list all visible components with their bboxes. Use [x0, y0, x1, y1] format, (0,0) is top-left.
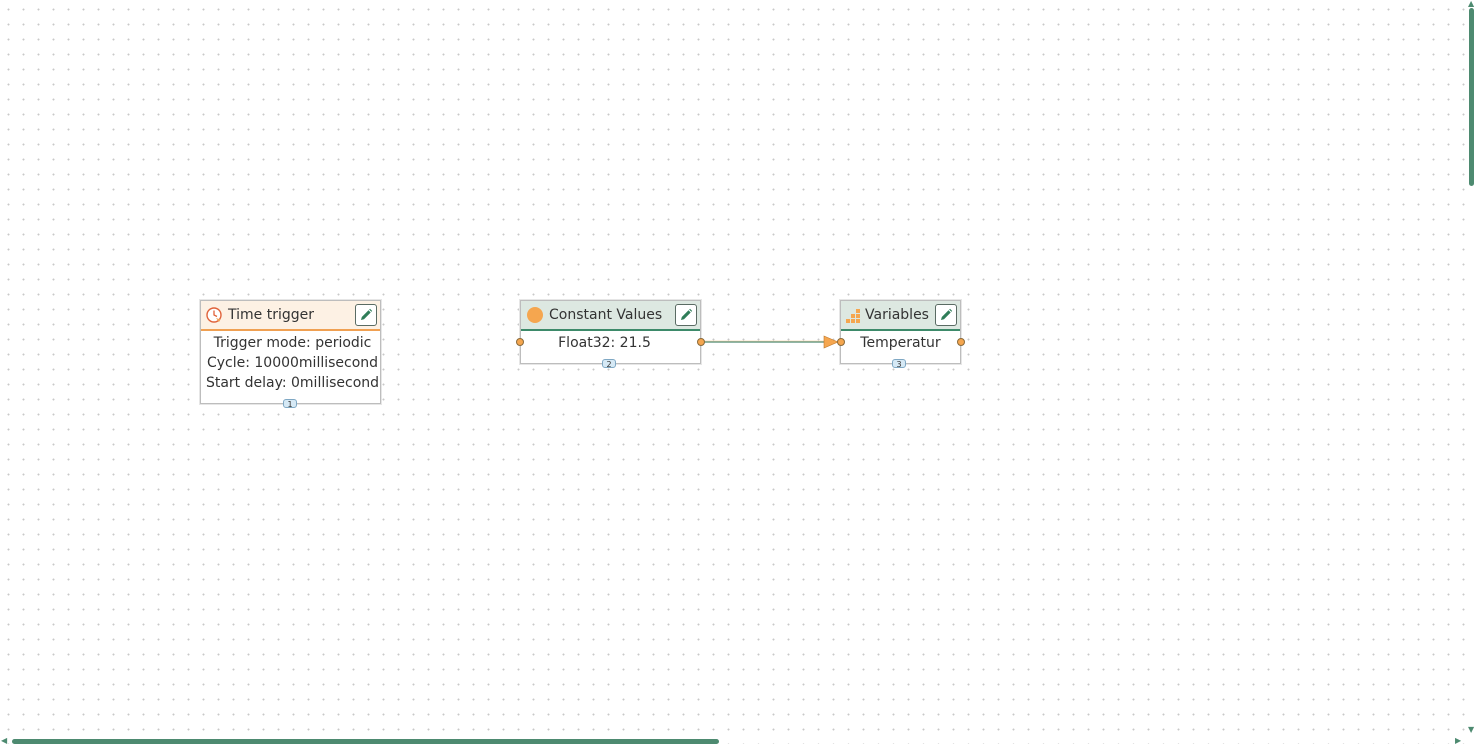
node-title: Time trigger	[228, 307, 314, 323]
edit-button[interactable]	[935, 304, 957, 326]
constant-values-node[interactable]: Constant Values Float32: 21.5 2	[516, 300, 705, 369]
output-port[interactable]	[957, 338, 965, 346]
input-port[interactable]	[516, 338, 524, 346]
pencil-icon	[681, 308, 693, 320]
node-title: Variables	[865, 307, 929, 323]
node-property: Float32: 21.5	[558, 335, 651, 351]
node-header[interactable]: Constant Values	[521, 301, 700, 331]
edit-button[interactable]	[355, 304, 377, 326]
scroll-up-icon[interactable]: ▲	[1468, 0, 1474, 8]
time-trigger-node[interactable]: Time trigger Trigger mode: periodic Cycl…	[200, 300, 381, 409]
horizontal-scrollbar[interactable]: ◀ ▶	[0, 734, 1465, 745]
connection-arrowhead	[823, 335, 839, 349]
clock-icon	[205, 306, 223, 324]
node-header[interactable]: Variables	[841, 301, 960, 331]
node-number-badge: 3	[892, 359, 906, 369]
horizontal-scrollbar-thumb[interactable]	[12, 739, 719, 744]
node-property: Cycle: 10000millisecond	[206, 355, 379, 371]
pencil-icon	[941, 308, 953, 320]
variables-node[interactable]: Variables Temperatur 3	[837, 300, 965, 369]
bar-steps-icon	[845, 306, 863, 324]
node-header[interactable]: Time trigger	[201, 301, 380, 331]
flow-canvas[interactable]: Time trigger Trigger mode: periodic Cycl…	[0, 0, 1477, 744]
node-title: Constant Values	[549, 307, 663, 323]
output-port[interactable]	[697, 338, 705, 346]
vertical-scrollbar-thumb[interactable]	[1469, 8, 1474, 186]
node-property: Trigger mode: periodic	[213, 335, 372, 351]
node-number-badge: 2	[602, 359, 616, 369]
node-number-badge: 1	[283, 399, 297, 409]
node-property: Temperatur	[860, 335, 941, 351]
edit-button[interactable]	[675, 304, 697, 326]
pencil-icon	[361, 308, 373, 320]
input-port[interactable]	[837, 338, 845, 346]
scroll-down-icon[interactable]: ▼	[1468, 726, 1474, 734]
circle-icon	[526, 306, 544, 324]
vertical-scrollbar[interactable]: ▲ ▼	[1465, 0, 1477, 744]
node-property: Start delay: 0millisecond	[205, 375, 380, 391]
